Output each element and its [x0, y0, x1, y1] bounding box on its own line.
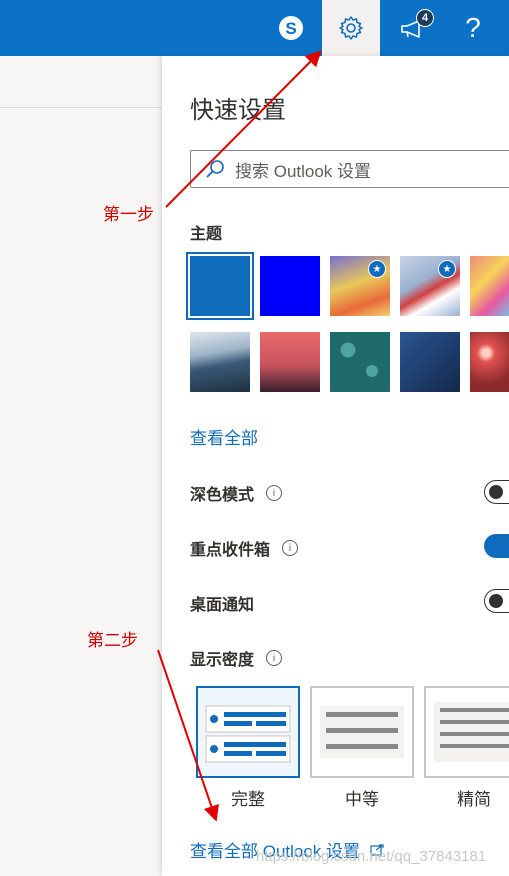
annotation-arrows [157, 50, 322, 822]
step2-arrow [157, 649, 219, 822]
watermark: https://blog.csdn.net/qq_37843181 [256, 848, 487, 865]
step1-arrow [165, 50, 322, 208]
